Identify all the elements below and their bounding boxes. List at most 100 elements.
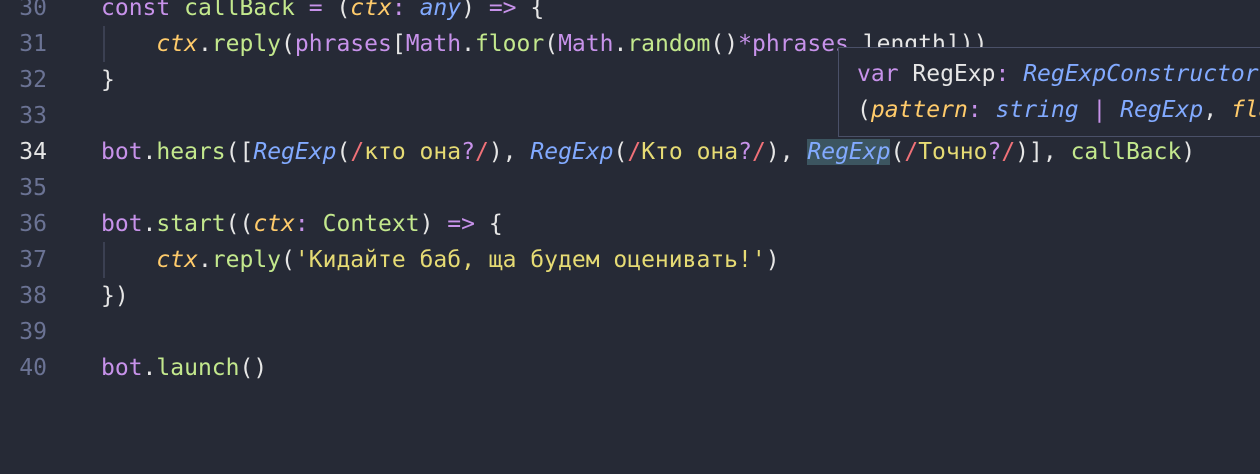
code-line[interactable]: 35 xyxy=(0,170,1260,206)
code-token: (( xyxy=(225,211,254,237)
tooltip-token: string xyxy=(995,97,1079,123)
tooltip-token: ( xyxy=(857,97,871,123)
code-line[interactable]: 37 ctx.reply('Кидайте баб, ща будем оцен… xyxy=(0,242,1260,278)
code-editor[interactable]: 30 const callBack = (ctx: any) => {31 ctx… xyxy=(0,0,1260,474)
code-line[interactable]: 30 const callBack = (ctx: any) => { xyxy=(0,0,1260,26)
code-token: any xyxy=(419,0,462,21)
code-token: Math xyxy=(405,31,462,57)
line-number: 39 xyxy=(19,319,47,345)
code-token: callBack xyxy=(1070,139,1182,165)
code-token: reply xyxy=(211,247,282,273)
code-token: . xyxy=(461,31,475,57)
code-text[interactable]: const callBack = (ctx: any) => { xyxy=(101,0,544,26)
code-token: ? xyxy=(461,139,475,165)
code-token: кто она xyxy=(364,139,462,165)
code-token: ctx xyxy=(253,211,295,237)
code-line[interactable]: 36 bot.start((ctx: Context) => { xyxy=(0,206,1260,242)
code-token: launch xyxy=(156,355,240,381)
code-text[interactable]: }) xyxy=(101,278,129,314)
tooltip-signature-line: var RegExp: RegExpConstructor xyxy=(857,56,1259,92)
code-token: ([ xyxy=(225,139,254,165)
code-token: }) xyxy=(101,283,129,309)
code-token: / xyxy=(904,139,919,165)
code-token: bot xyxy=(101,211,143,237)
code-token: / xyxy=(627,139,642,165)
code-token: RegExp xyxy=(807,139,891,165)
code-token: RegExp xyxy=(253,139,337,165)
code-text[interactable]: bot.start((ctx: Context) => { xyxy=(101,206,503,242)
hover-tooltip: var RegExp: RegExpConstructor (pattern: … xyxy=(838,47,1260,137)
tooltip-token: : xyxy=(967,97,996,123)
code-token: const xyxy=(101,0,185,21)
code-token: start xyxy=(156,211,226,237)
code-token: phrases xyxy=(294,31,392,57)
code-line[interactable]: 38}) xyxy=(0,278,1260,314)
code-token: phrases xyxy=(751,31,849,57)
tooltip-token: : xyxy=(995,61,1024,87)
tooltip-token: flags xyxy=(1230,97,1260,123)
code-token: ctx xyxy=(156,247,198,273)
code-token: () xyxy=(710,31,739,57)
code-token: 'Кидайте баб, ща будем оценивать!' xyxy=(294,247,766,273)
code-token: callBack xyxy=(184,0,295,21)
code-token: { xyxy=(474,211,503,237)
tooltip-token: RegExpConstructor xyxy=(1023,61,1259,87)
code-token: ? xyxy=(987,139,1002,165)
line-number: 40 xyxy=(19,355,47,381)
code-text[interactable]: bot.launch() xyxy=(101,350,267,386)
code-token: / xyxy=(1001,139,1016,165)
tooltip-token: pattern xyxy=(870,97,968,123)
code-token: ? xyxy=(738,139,752,165)
line-number: 36 xyxy=(19,211,47,237)
code-token: / xyxy=(474,139,489,165)
line-number: 32 xyxy=(19,67,47,93)
line-number: 35 xyxy=(19,175,47,201)
code-token: ( xyxy=(336,139,351,165)
line-number: 30 xyxy=(19,0,47,21)
code-token: / xyxy=(751,139,766,165)
code-token: () xyxy=(239,355,268,381)
code-line[interactable]: 34 bot.hears([RegExp(/кто она?/), RegExp(… xyxy=(0,134,1260,170)
code-token: hears xyxy=(156,139,226,165)
code-text[interactable]: bot.hears([RegExp(/кто она?/), RegExp(/К… xyxy=(101,134,1195,170)
code-token: Кто она xyxy=(641,139,739,165)
code-token: bot xyxy=(101,139,143,165)
code-token: ( xyxy=(281,247,295,273)
code-line[interactable]: 39 xyxy=(0,314,1260,350)
tooltip-token: RegExp xyxy=(1120,97,1204,123)
code-token: . xyxy=(142,355,157,381)
code-token: bot xyxy=(101,355,143,381)
code-line[interactable]: 40 bot.launch() xyxy=(0,350,1260,386)
code-text[interactable]: ctx.reply('Кидайте баб, ща будем оценива… xyxy=(101,242,779,278)
line-number: 37 xyxy=(19,247,47,273)
tooltip-token: RegExp xyxy=(912,61,996,87)
code-token: : xyxy=(294,211,309,237)
code-token: . xyxy=(613,31,628,57)
code-token: reply xyxy=(211,31,282,57)
code-token: ) xyxy=(461,0,489,21)
code-token: ( xyxy=(544,31,559,57)
line-number: 31 xyxy=(19,31,47,57)
line-number: 38 xyxy=(19,283,47,309)
tooltip-token: var xyxy=(857,61,913,87)
code-token: ( xyxy=(890,139,905,165)
code-token: random xyxy=(627,31,711,57)
code-token: => xyxy=(447,211,475,237)
code-token: / xyxy=(350,139,365,165)
code-token: ctx xyxy=(350,0,392,21)
code-token: ), xyxy=(765,139,808,165)
tooltip-parameters-line: (pattern: string | RegExp, flags xyxy=(857,92,1260,128)
code-token: = xyxy=(308,0,323,21)
code-token: ( xyxy=(281,31,295,57)
tooltip-token: , xyxy=(1203,97,1231,123)
tooltip-token: | xyxy=(1078,97,1121,123)
code-token: ( xyxy=(613,139,628,165)
code-text[interactable]: } xyxy=(101,62,115,98)
code-token: { xyxy=(516,0,545,21)
code-token: Точно xyxy=(918,139,988,165)
code-token: . xyxy=(197,31,212,57)
line-number: 34 xyxy=(19,139,47,165)
